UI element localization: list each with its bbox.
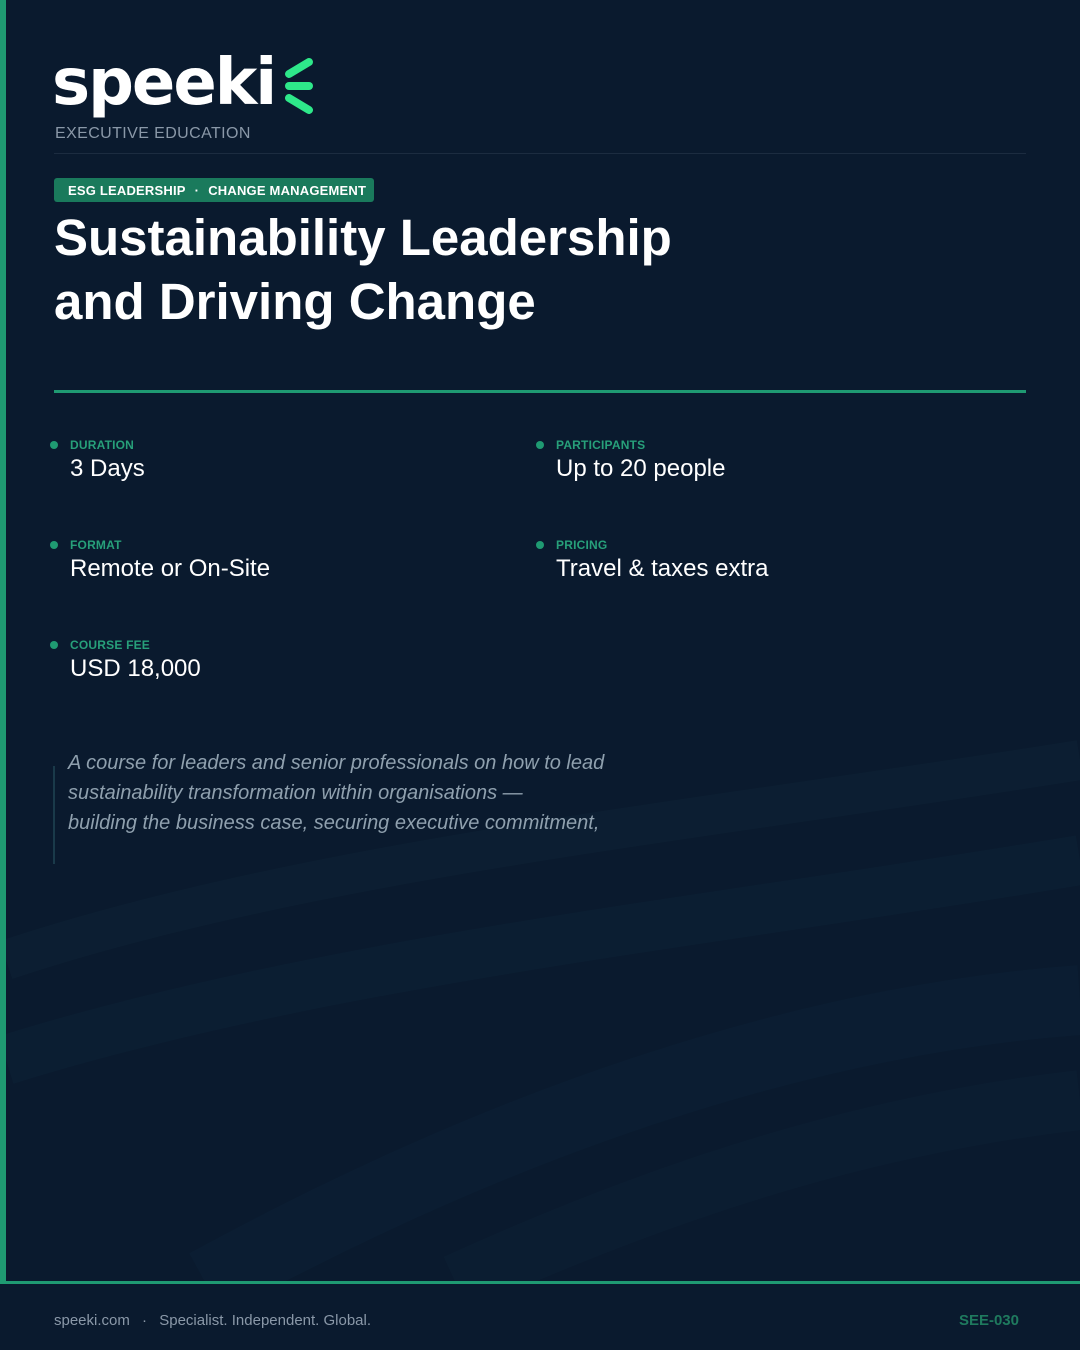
detail-pricing: PRICING Travel & taxes extra (536, 538, 769, 584)
detail-duration: DURATION 3 Days (50, 438, 145, 484)
detail-label: PRICING (556, 538, 608, 552)
logo-mark-icon (285, 58, 314, 114)
detail-label: PARTICIPANTS (556, 438, 646, 452)
tag-change-management: CHANGE MANAGEMENT (208, 182, 367, 198)
detail-course-fee: COURSE FEE USD 18,000 (50, 638, 201, 684)
logo-wordmark: speeki (52, 46, 277, 120)
detail-format: FORMAT Remote or On-Site (50, 538, 271, 584)
footer-website-link[interactable]: speeki.com (54, 1312, 130, 1329)
detail-value: Remote or On-Site (70, 555, 271, 582)
title-divider (54, 390, 1026, 393)
detail-value: Up to 20 people (556, 455, 726, 482)
detail-value: 3 Days (70, 455, 145, 482)
course-title-line-1: Sustainability Leadership (54, 209, 672, 266)
detail-value: Travel & taxes extra (556, 555, 769, 582)
footer-separator: · (142, 1312, 148, 1329)
bullet-dot-icon (50, 441, 58, 449)
header-divider (54, 153, 1026, 154)
bullet-dot-icon (50, 641, 58, 649)
speeki-logo: speeki (52, 46, 317, 120)
detail-value: USD 18,000 (70, 655, 201, 682)
topic-tags-badge: ESG LEADERSHIP · CHANGE MANAGEMENT (54, 178, 375, 202)
course-code: SEE-030 (958, 1312, 1019, 1329)
left-accent-bar (0, 0, 6, 1284)
detail-label: COURSE FEE (70, 638, 151, 652)
footer: speeki.com · Specialist. Independent. Gl… (0, 1284, 1080, 1350)
bullet-dot-icon (50, 541, 58, 549)
description-line: building the business case, securing exe… (68, 812, 600, 834)
description-quote-bar (53, 766, 55, 864)
tag-separator: · (194, 182, 200, 198)
bullet-dot-icon (536, 441, 544, 449)
description-line: A course for leaders and senior professi… (68, 752, 605, 774)
detail-label: FORMAT (70, 538, 122, 552)
detail-label: DURATION (70, 438, 135, 452)
brand-tagline: EXECUTIVE EDUCATION (55, 125, 251, 142)
course-title: Sustainability Leadership and Driving Ch… (54, 206, 774, 334)
footer-motto: Specialist. Independent. Global. (159, 1312, 372, 1329)
course-description: A course for leaders and senior professi… (68, 748, 668, 838)
bullet-dot-icon (536, 541, 544, 549)
footer-info: speeki.com · Specialist. Independent. Gl… (54, 1312, 371, 1329)
description-line: sustainability transformation within org… (68, 782, 523, 804)
tag-esg-leadership: ESG LEADERSHIP (68, 182, 186, 198)
course-title-line-2: and Driving Change (54, 273, 536, 330)
detail-participants: PARTICIPANTS Up to 20 people (536, 438, 726, 484)
